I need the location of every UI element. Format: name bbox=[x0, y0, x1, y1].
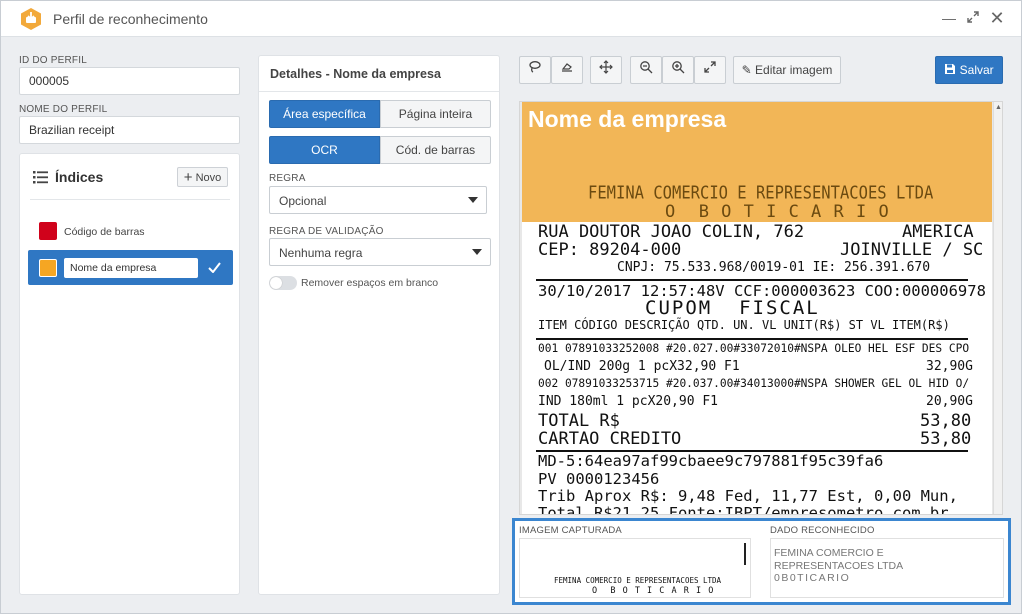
validation-label: REGRA DE VALIDAÇÃO bbox=[269, 226, 384, 237]
move-tool-icon[interactable] bbox=[590, 56, 622, 84]
edit-image-button[interactable]: ✎ Editar imagem bbox=[733, 56, 841, 84]
plus-icon: + bbox=[183, 169, 193, 186]
preview-mark bbox=[744, 543, 746, 565]
zoom-in-icon[interactable] bbox=[662, 56, 694, 84]
tab-specific-area[interactable]: Área específica bbox=[269, 100, 380, 128]
receipt-line: 53,80 bbox=[920, 411, 972, 431]
captured-image-label: IMAGEM CAPTURADA bbox=[519, 525, 622, 536]
profile-name-field[interactable]: Brazilian receipt bbox=[19, 116, 240, 144]
list-icon bbox=[33, 171, 48, 184]
new-index-button[interactable]: + Novo bbox=[177, 167, 228, 187]
index-color-swatch bbox=[39, 259, 57, 277]
capture-result-box: IMAGEM CAPTURADA FEMINA COMERCIO E REPRE… bbox=[512, 518, 1011, 605]
minimize-icon[interactable]: — bbox=[941, 10, 957, 26]
index-item-barcode[interactable]: Código de barras bbox=[28, 214, 233, 248]
captured-image-preview: FEMINA COMERCIO E REPRESENTACOES LTDA O … bbox=[519, 538, 751, 598]
tab-barcode[interactable]: Cód. de barras bbox=[380, 136, 491, 164]
index-item-company-name[interactable]: Nome da empresa bbox=[28, 250, 233, 285]
receipt-line: TOTAL R$ bbox=[538, 411, 620, 431]
tab-ocr[interactable]: OCR bbox=[269, 136, 380, 164]
receipt-line: MD-5:64ea97af99cbaee9c797881f95c39fa6 bbox=[538, 452, 884, 470]
lasso-tool-icon[interactable] bbox=[519, 56, 551, 84]
toggle-knob bbox=[270, 277, 282, 289]
receipt-line: PV 0000123456 bbox=[538, 470, 660, 488]
new-index-label: Novo bbox=[195, 172, 222, 184]
caret-down-icon bbox=[468, 197, 478, 203]
receipt-line: CEP: 89204-000 bbox=[538, 240, 682, 260]
selection-area-label: Nome da empresa bbox=[528, 106, 727, 132]
captured-image-text: O B O T I C A R I O bbox=[592, 586, 715, 596]
vertical-scrollbar[interactable]: ▲ bbox=[993, 102, 1002, 514]
pencil-icon: ✎ bbox=[741, 63, 752, 77]
divider bbox=[259, 91, 499, 92]
indices-title: Índices bbox=[55, 169, 104, 185]
recognized-data-line: FEMINA COMERCIO E bbox=[774, 547, 884, 559]
zoom-out-icon[interactable] bbox=[630, 56, 662, 84]
rule-select[interactable]: Opcional bbox=[269, 186, 487, 214]
validation-value: Nenhuma regra bbox=[279, 246, 363, 260]
profile-app-icon bbox=[21, 8, 41, 30]
validation-select[interactable]: Nenhuma regra bbox=[269, 238, 491, 266]
close-icon[interactable]: ✕ bbox=[989, 9, 1005, 27]
profile-id-label: ID DO PERFIL bbox=[19, 55, 87, 66]
receipt-line: CARTAO CREDITO bbox=[538, 429, 682, 449]
receipt-line: ITEM CÓDIGO DESCRIÇÃO QTD. UN. VL UNIT(R… bbox=[538, 318, 950, 332]
save-button[interactable]: Salvar bbox=[935, 56, 1003, 84]
receipt-rule bbox=[536, 338, 968, 340]
receipt-line: RUA DOUTOR JOAO COLIN, 762 bbox=[538, 222, 805, 242]
receipt-line: 32,90G bbox=[926, 359, 973, 374]
remove-spaces-toggle[interactable] bbox=[269, 276, 297, 290]
edit-image-label: Editar imagem bbox=[755, 63, 833, 77]
indices-panel: Índices + Novo Código de barras Nome da … bbox=[19, 153, 240, 595]
captured-image-text: FEMINA COMERCIO E REPRESENTACOES LTDA bbox=[554, 576, 722, 585]
index-item-label: Código de barras bbox=[64, 226, 145, 238]
restore-icon[interactable] bbox=[965, 10, 981, 26]
recognized-data-label: DADO RECONHECIDO bbox=[770, 525, 875, 536]
index-color-swatch bbox=[39, 222, 57, 240]
receipt-image-viewer[interactable]: Nome da empresa FEMINA COMERCIO E REPRES… bbox=[519, 101, 1003, 515]
rule-label: REGRA bbox=[269, 173, 306, 184]
receipt-line: Total R$21,25 Fonte:IBPT/empresometro.co… bbox=[538, 504, 949, 515]
receipt-line: IND 180ml 1 pcX20,90 F1 bbox=[538, 394, 719, 409]
receipt-line: JOINVILLE / SC bbox=[840, 240, 984, 260]
receipt-line: AMERICA bbox=[902, 222, 974, 242]
receipt-line: 002 07891033253715 #20.037.00#34013000#N… bbox=[538, 377, 970, 390]
save-label: Salvar bbox=[959, 63, 994, 77]
eraser-tool-icon[interactable] bbox=[551, 56, 583, 84]
receipt-paper: Nome da empresa FEMINA COMERCIO E REPRES… bbox=[522, 102, 992, 515]
floppy-disk-icon bbox=[945, 64, 956, 74]
receipt-line: O B O T I C A R I O bbox=[665, 202, 890, 222]
receipt-line: OL/IND 200g 1 pcX32,90 F1 bbox=[544, 359, 740, 374]
scroll-up-icon[interactable]: ▲ bbox=[995, 104, 1002, 111]
receipt-line: CNPJ: 75.533.968/0019-01 IE: 256.391.670 bbox=[617, 260, 931, 275]
caret-down-icon bbox=[472, 249, 482, 255]
profile-id-field[interactable]: 000005 bbox=[19, 67, 240, 95]
recognized-data-field[interactable]: FEMINA COMERCIO E REPRESENTACOES LTDA 0B… bbox=[770, 538, 1004, 598]
profile-name-label: NOME DO PERFIL bbox=[19, 104, 108, 115]
receipt-rule bbox=[536, 279, 968, 281]
fit-screen-icon[interactable] bbox=[694, 56, 726, 84]
recognized-data-line: REPRESENTACOES LTDA bbox=[774, 559, 904, 572]
receipt-line: 001 07891033252008 #20.027.00#33072010#N… bbox=[538, 342, 970, 355]
recognition-profile-window: Perfil de reconhecimento — ✕ ID DO PERFI… bbox=[0, 0, 1022, 614]
window-title: Perfil de reconhecimento bbox=[53, 11, 208, 27]
receipt-line: CUPOM FISCAL bbox=[645, 297, 820, 319]
divider bbox=[30, 199, 230, 200]
receipt-line: Trib Aprox R$: 9,48 Fed, 11,77 Est, 0,00… bbox=[538, 487, 958, 505]
details-title: Detalhes - Nome da empresa bbox=[270, 67, 441, 81]
tab-whole-page[interactable]: Página inteira bbox=[380, 100, 491, 128]
remove-spaces-label: Remover espaços em branco bbox=[301, 277, 439, 289]
receipt-line: 53,80 bbox=[920, 429, 972, 449]
index-name-input[interactable]: Nome da empresa bbox=[64, 258, 198, 278]
receipt-line: FEMINA COMERCIO E REPRESENTACOES LTDA bbox=[588, 182, 934, 204]
details-panel: Detalhes - Nome da empresa Área específi… bbox=[258, 55, 500, 595]
title-bar: Perfil de reconhecimento — ✕ bbox=[1, 1, 1021, 37]
receipt-line: 20,90G bbox=[926, 394, 973, 409]
rule-value: Opcional bbox=[279, 194, 327, 208]
recognized-data-line: 0B0TICARIO bbox=[774, 572, 851, 584]
confirm-check-icon[interactable] bbox=[208, 262, 221, 273]
